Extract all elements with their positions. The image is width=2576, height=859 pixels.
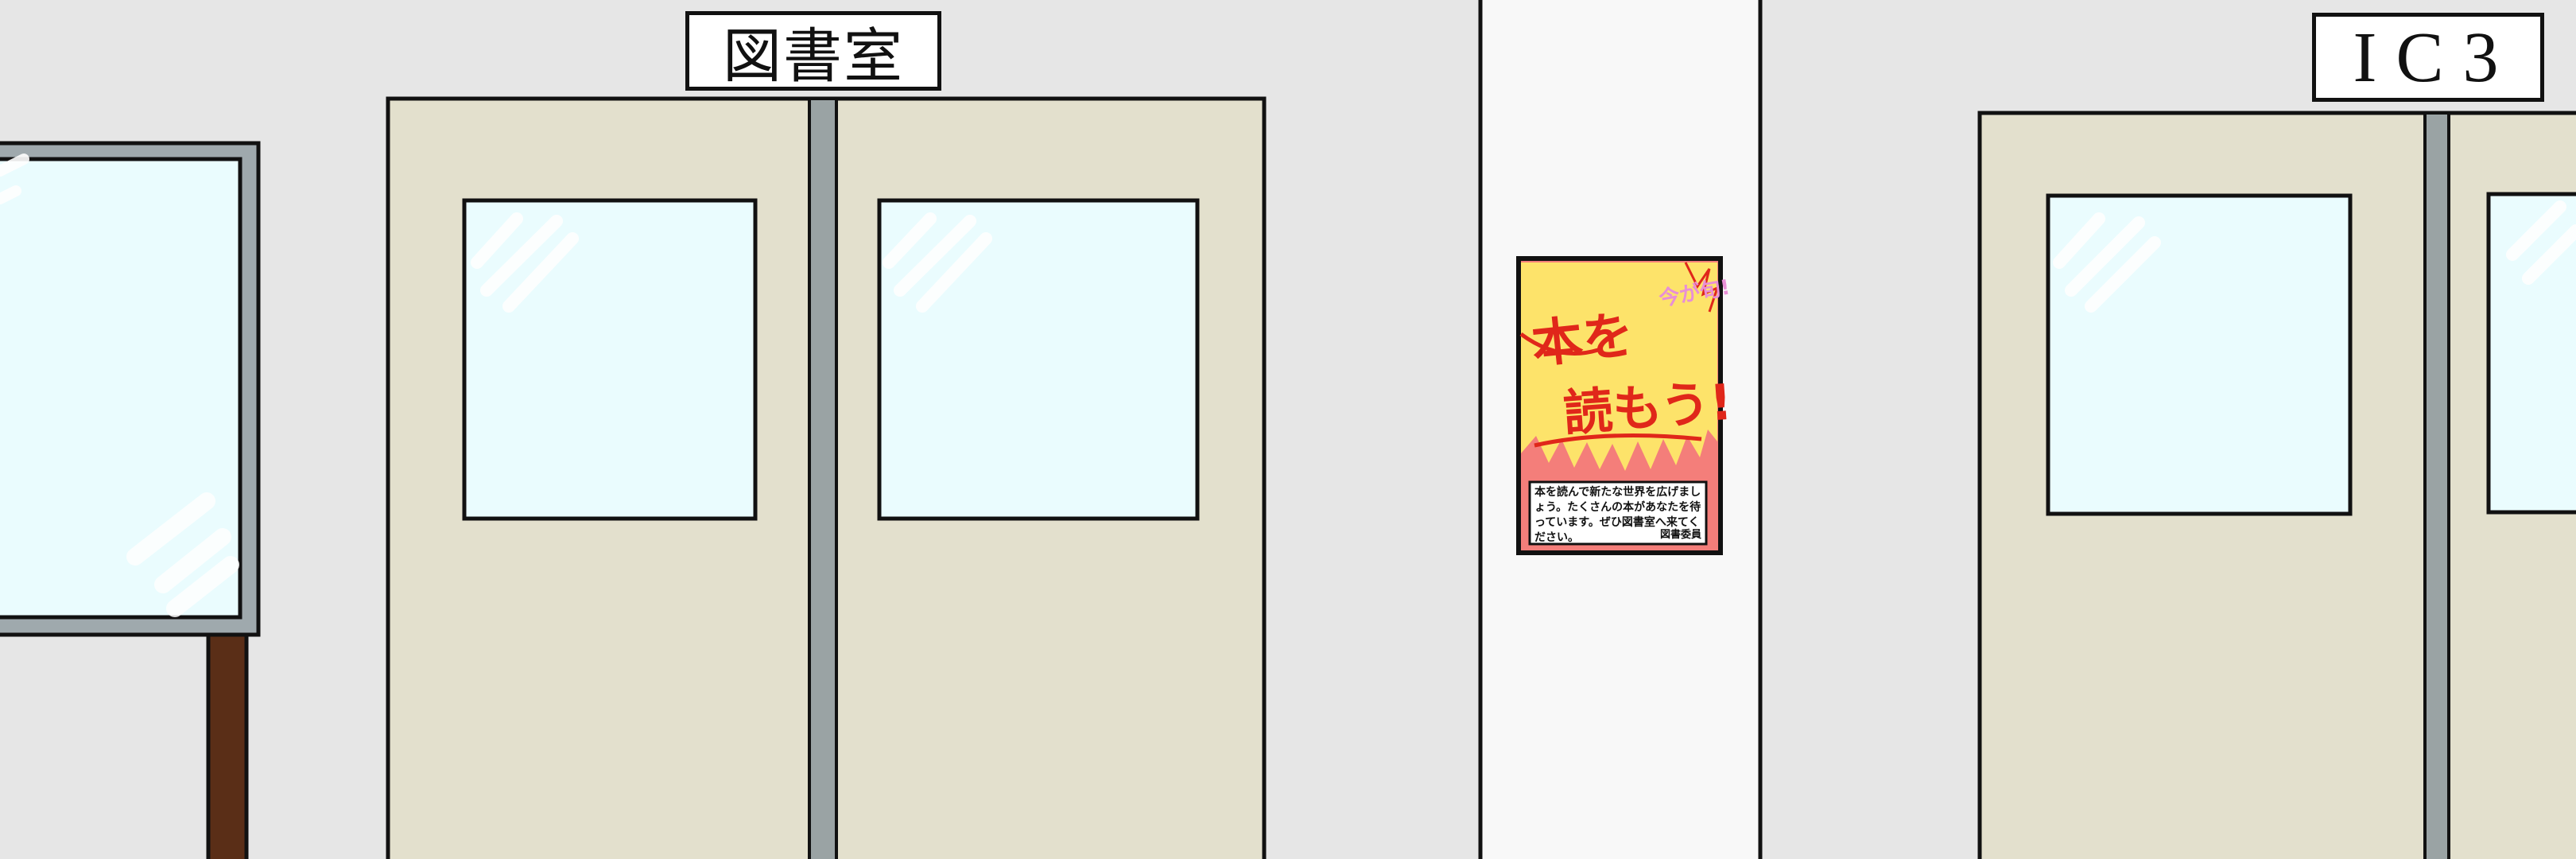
library-room-sign-text: 図書室 xyxy=(723,21,904,91)
library-door-window-right xyxy=(877,198,1200,521)
classroom-room-sign-text: IC3 xyxy=(2353,17,2518,97)
classroom-door-seam xyxy=(2423,111,2450,859)
poster-signature: 図書委員 xyxy=(1659,529,1701,541)
poster-headline-1: 本を xyxy=(1529,305,1637,375)
library-doors xyxy=(386,96,1267,859)
poster-headline-2: 読もう! xyxy=(1562,372,1735,443)
classroom-door-window-left xyxy=(2046,193,2353,516)
classroom-room-sign: IC3 xyxy=(2312,13,2544,102)
poster-note: 本を読んで新たな世界を広げましょう。たくさんの本があなたを待っています。ぜひ図書… xyxy=(1530,482,1706,544)
classroom-doors xyxy=(1977,111,2576,859)
library-door-window-left xyxy=(462,198,758,521)
hallway-illustration xyxy=(0,0,2576,859)
notice-board-post xyxy=(206,610,249,859)
library-door-seam xyxy=(808,97,838,859)
hallway-scene: 図書室 IC3 本を 読もう! 今が旬! 本を読んで新たな世界を広げましょう。た… xyxy=(0,0,2576,859)
library-room-sign: 図書室 xyxy=(685,11,941,91)
